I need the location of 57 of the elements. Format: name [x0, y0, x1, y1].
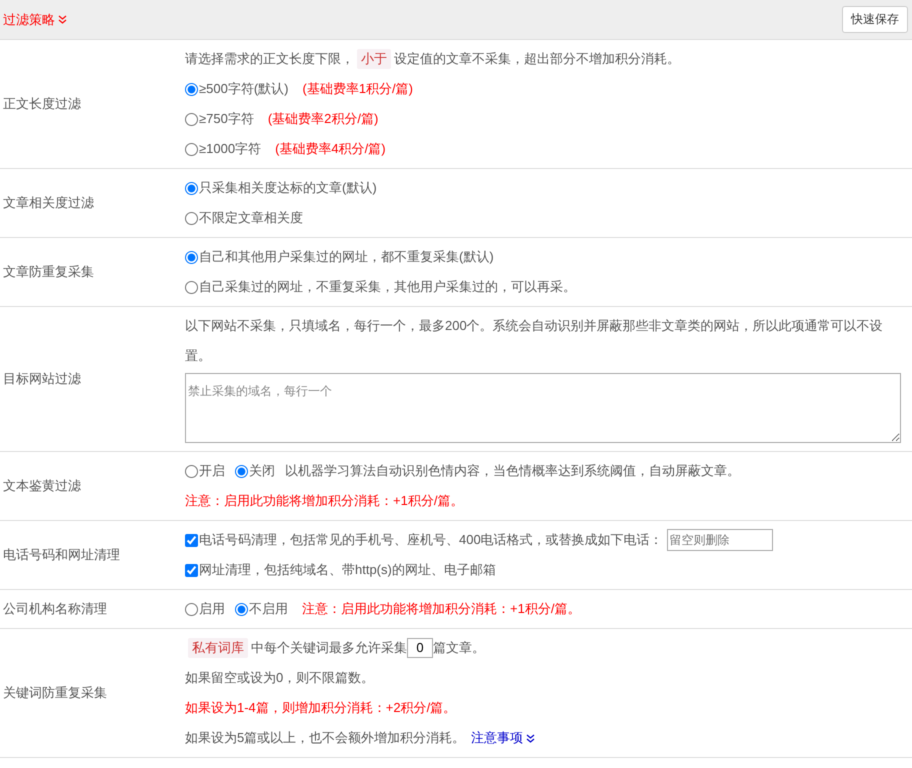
- radio-label: 启用: [199, 600, 225, 618]
- setting-label: 目标网站过滤: [3, 370, 81, 388]
- radio-label: ≥500字符(默认): [199, 80, 288, 98]
- radio-button[interactable]: [185, 280, 198, 294]
- description-text: 篇文章。: [433, 639, 485, 657]
- radio-label: 关闭: [249, 462, 275, 480]
- description-text: 以下网站不采集，只填域名，每行一个，最多200个。系统会自动识别并屏蔽那些非文章类的网站，所以此项通常可以不设置。: [185, 317, 884, 365]
- notes-link[interactable]: 注意事项: [471, 723, 536, 753]
- checkbox[interactable]: [185, 564, 198, 576]
- radio-button[interactable]: [185, 182, 198, 194]
- radio-button[interactable]: [185, 82, 198, 96]
- radio-label: 自己和其他用户采集过的网址，都不重复采集(默认): [199, 248, 494, 266]
- description-text: 以机器学习算法自动识别色情内容，当色情概率达到系统阈值，自动屏蔽文章。: [285, 462, 740, 480]
- setting-label: 文本鉴黄过滤: [3, 477, 81, 495]
- description-text: 中每个关键词最多允许采集: [251, 639, 407, 657]
- description-text: 请选择需求的正文长度下限，: [185, 50, 354, 68]
- radio-label: 不限定文章相关度: [199, 209, 303, 227]
- warning-note: 如果设为1-4篇，则增加积分消耗：+2积分/篇。: [185, 699, 456, 717]
- highlight-tag: 小于: [357, 49, 391, 69]
- setting-label: 电话号码和网址清理: [3, 546, 120, 564]
- radio-button[interactable]: [185, 250, 198, 264]
- checkbox-label: 电话号码清理，包括常见的手机号、座机号、400电话格式，或替换成如下电话：: [199, 531, 663, 549]
- checkbox-label: 网址清理，包括纯域名、带http(s)的网址、电子邮箱: [199, 561, 496, 579]
- warning-note: (基础费率1积分/篇): [302, 80, 413, 98]
- radio-button[interactable]: [185, 142, 198, 156]
- radio-label: 自己采集过的网址，不重复采集，其他用户采集过的，可以再采。: [199, 278, 576, 296]
- radio-button[interactable]: [235, 464, 248, 478]
- radio-label: ≥750字符: [199, 110, 254, 128]
- description-text: 如果设为5篇或以上，也不会额外增加积分消耗。: [185, 729, 466, 747]
- radio-label: 只采集相关度达标的文章(默认): [199, 179, 377, 197]
- quick-save-button[interactable]: 快速保存: [842, 6, 908, 33]
- radio-button[interactable]: [185, 112, 198, 126]
- setting-label: 关键词防重复采集: [3, 684, 107, 702]
- radio-button[interactable]: [185, 212, 198, 224]
- radio-button[interactable]: [185, 602, 198, 616]
- double-chevron-icon: [526, 734, 536, 742]
- radio-label: ≥1000字符: [199, 140, 262, 158]
- warning-note: (基础费率4积分/篇): [275, 140, 386, 158]
- checkbox[interactable]: [185, 534, 198, 546]
- double-chevron-icon: [58, 15, 67, 24]
- warning-note: (基础费率2积分/篇): [268, 110, 378, 128]
- radio-button[interactable]: [185, 464, 198, 478]
- description-text: 设定值的文章不采集，超出部分不增加积分消耗。: [394, 50, 680, 68]
- setting-label: 公司机构名称清理: [3, 600, 107, 618]
- highlight-tag: 私有词库: [188, 638, 248, 658]
- phone-input-field[interactable]: 留空则删除: [666, 529, 773, 551]
- radio-label: 开启: [199, 462, 225, 480]
- setting-label: 文章相关度过滤: [3, 194, 94, 212]
- warning-note: 注意：启用此功能将增加积分消耗：+1积分/篇。: [185, 492, 464, 510]
- setting-label: 文章防重复采集: [3, 263, 94, 281]
- radio-button[interactable]: [235, 602, 248, 616]
- radio-label: 不启用: [249, 600, 288, 618]
- setting-label: 正文长度过滤: [3, 95, 81, 113]
- warning-note: 注意：启用此功能将增加积分消耗：+1积分/篇。: [302, 600, 580, 618]
- description-text: 如果留空或设为0，则不限篇数。: [185, 669, 374, 687]
- domain-input-field[interactable]: 禁止采集的域名，每行一个: [185, 373, 901, 443]
- count-input-field[interactable]: 0: [407, 638, 433, 658]
